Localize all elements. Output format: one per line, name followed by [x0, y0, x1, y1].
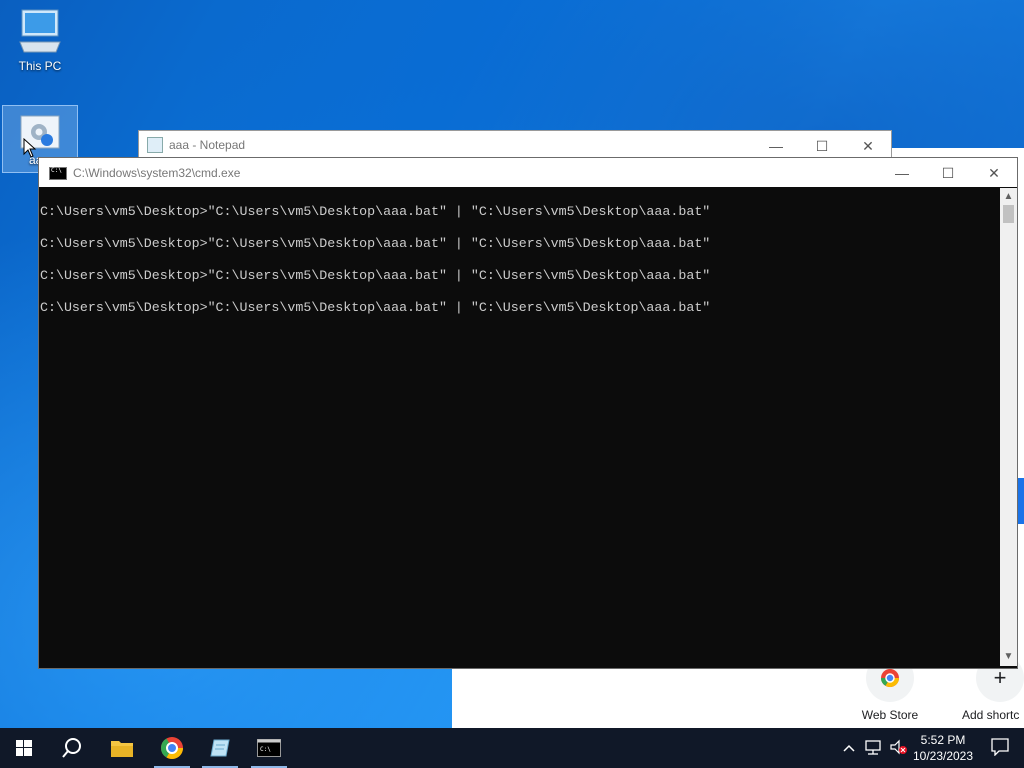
cmd-titlebar[interactable]: C:\Windows\system32\cmd.exe — ☐ ✕ [39, 158, 1017, 187]
vertical-scrollbar[interactable]: ▲ ▼ [1000, 188, 1017, 666]
notepad-icon [147, 137, 163, 153]
taskbar-file-explorer[interactable] [98, 728, 146, 768]
computer-icon [19, 9, 61, 53]
maximize-button[interactable]: ☐ [925, 158, 971, 188]
show-hidden-icons-chevron-up-icon[interactable] [838, 741, 860, 755]
shortcut-label: Add shortc [962, 708, 1020, 722]
svg-text:C:\: C:\ [260, 746, 271, 753]
chrome-icon [161, 737, 183, 759]
scrollbar-thumb[interactable] [1003, 205, 1014, 223]
taskbar-notepad[interactable] [196, 728, 244, 768]
minimize-button[interactable]: — [879, 158, 925, 188]
console-line: C:\Users\vm5\Desktop>"C:\Users\vm5\Deskt… [40, 268, 711, 283]
notification-center-icon[interactable] [976, 737, 1024, 759]
clock[interactable]: 5:52 PM 10/23/2023 [910, 732, 976, 764]
notepad-icon [210, 739, 230, 757]
network-icon[interactable] [860, 739, 886, 758]
window-title: aaa - Notepad [169, 138, 246, 152]
mouse-cursor-icon [23, 138, 37, 158]
close-button[interactable]: ✕ [971, 158, 1017, 188]
console-line: C:\Users\vm5\Desktop>"C:\Users\vm5\Deskt… [40, 300, 711, 315]
search-icon [62, 738, 81, 758]
volume-muted-icon[interactable] [886, 739, 910, 758]
start-button[interactable] [0, 728, 48, 768]
page-accent [1018, 478, 1024, 524]
scroll-up-arrow-icon[interactable]: ▲ [1000, 190, 1017, 204]
desktop-icon-label: This PC [18, 59, 62, 73]
window-controls: — ☐ ✕ [879, 158, 1017, 188]
desktop-icon-this-pc[interactable]: This PC [8, 8, 72, 73]
windows-logo-icon [16, 740, 32, 756]
window-title: C:\Windows\system32\cmd.exe [73, 166, 241, 180]
console-line: C:\Users\vm5\Desktop>"C:\Users\vm5\Deskt… [40, 236, 711, 251]
taskbar-chrome[interactable] [148, 728, 196, 768]
system-tray: 5:52 PM 10/23/2023 [838, 728, 1024, 768]
taskbar: C:\ 5:52 PM 10/23/2023 [0, 728, 1024, 768]
clock-time: 5:52 PM [920, 733, 966, 747]
search-button[interactable] [48, 728, 96, 768]
console-line: C:\Users\vm5\Desktop>"C:\Users\vm5\Deskt… [40, 204, 711, 219]
notepad-titlebar: aaa - Notepad [147, 137, 245, 153]
folder-icon [111, 741, 133, 757]
cmd-icon [49, 166, 67, 180]
shortcut-label: Web Store [861, 708, 919, 722]
cmd-window[interactable]: C:\Windows\system32\cmd.exe — ☐ ✕ C:\Use… [38, 157, 1018, 669]
scroll-down-arrow-icon[interactable]: ▼ [1000, 650, 1017, 664]
console-output[interactable]: C:\Users\vm5\Desktop>"C:\Users\vm5\Deskt… [39, 188, 999, 666]
taskbar-cmd[interactable]: C:\ [245, 728, 293, 768]
clock-date: 10/23/2023 [912, 749, 974, 763]
cmd-icon: C:\ [257, 739, 281, 757]
